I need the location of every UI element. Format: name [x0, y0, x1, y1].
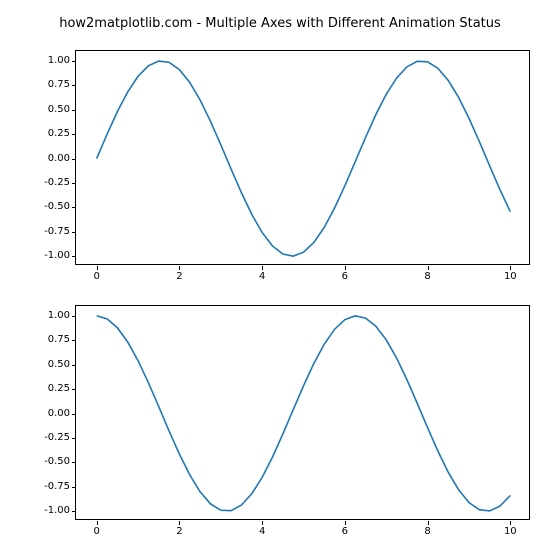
x-tick-label: 10 [495, 272, 525, 282]
x-tick-label: 6 [330, 527, 360, 537]
x-tick-label: 10 [495, 527, 525, 537]
y-tick-mark [72, 232, 76, 233]
y-tick-label: 0.00 [30, 154, 70, 164]
y-tick-mark [72, 207, 76, 208]
y-tick-label: 0.25 [30, 129, 70, 139]
y-tick-label: 0.00 [30, 409, 70, 419]
line-plot-cos [76, 306, 531, 521]
y-tick-mark [72, 316, 76, 317]
y-tick-label: -0.25 [30, 178, 70, 188]
figure: how2matplotlib.com - Multiple Axes with … [0, 0, 560, 560]
y-tick-label: 0.75 [30, 80, 70, 90]
y-tick-label: -0.75 [30, 227, 70, 237]
x-tick-label: 0 [82, 272, 112, 282]
y-tick-mark [72, 256, 76, 257]
line-plot-sin [76, 51, 531, 266]
y-tick-label: -0.75 [30, 482, 70, 492]
y-tick-label: 0.50 [30, 360, 70, 370]
x-tick-label: 4 [247, 272, 277, 282]
x-tick-mark [510, 266, 511, 270]
x-tick-mark [97, 521, 98, 525]
y-tick-label: 0.50 [30, 105, 70, 115]
x-tick-mark [262, 266, 263, 270]
x-tick-mark [179, 521, 180, 525]
x-tick-label: 8 [413, 527, 443, 537]
x-tick-label: 8 [413, 272, 443, 282]
y-tick-mark [72, 340, 76, 341]
x-tick-mark [97, 266, 98, 270]
y-tick-mark [72, 414, 76, 415]
x-tick-label: 6 [330, 272, 360, 282]
y-tick-label: -0.50 [30, 202, 70, 212]
y-tick-label: -1.00 [30, 506, 70, 516]
series-line [97, 61, 511, 256]
y-tick-mark [72, 511, 76, 512]
y-tick-label: -1.00 [30, 251, 70, 261]
x-tick-label: 4 [247, 527, 277, 537]
x-tick-mark [262, 521, 263, 525]
y-tick-mark [72, 110, 76, 111]
y-tick-label: 1.00 [30, 311, 70, 321]
x-tick-mark [510, 521, 511, 525]
y-tick-mark [72, 389, 76, 390]
y-tick-mark [72, 85, 76, 86]
x-tick-label: 2 [164, 527, 194, 537]
y-tick-mark [72, 61, 76, 62]
x-tick-label: 0 [82, 527, 112, 537]
y-tick-label: 0.25 [30, 384, 70, 394]
y-tick-label: 0.75 [30, 335, 70, 345]
series-line [97, 316, 511, 511]
y-tick-mark [72, 462, 76, 463]
x-tick-label: 2 [164, 272, 194, 282]
figure-title: how2matplotlib.com - Multiple Axes with … [0, 16, 560, 31]
y-tick-mark [72, 365, 76, 366]
axes-top-sin: -1.00-0.75-0.50-0.250.000.250.500.751.00… [75, 50, 530, 265]
y-tick-mark [72, 134, 76, 135]
y-tick-label: -0.50 [30, 457, 70, 467]
y-tick-mark [72, 159, 76, 160]
x-tick-mark [428, 521, 429, 525]
x-tick-mark [345, 521, 346, 525]
y-tick-mark [72, 183, 76, 184]
x-tick-mark [345, 266, 346, 270]
x-tick-mark [428, 266, 429, 270]
y-tick-mark [72, 487, 76, 488]
y-tick-label: 1.00 [30, 56, 70, 66]
axes-bottom-cos: -1.00-0.75-0.50-0.250.000.250.500.751.00… [75, 305, 530, 520]
y-tick-mark [72, 438, 76, 439]
x-tick-mark [179, 266, 180, 270]
y-tick-label: -0.25 [30, 433, 70, 443]
